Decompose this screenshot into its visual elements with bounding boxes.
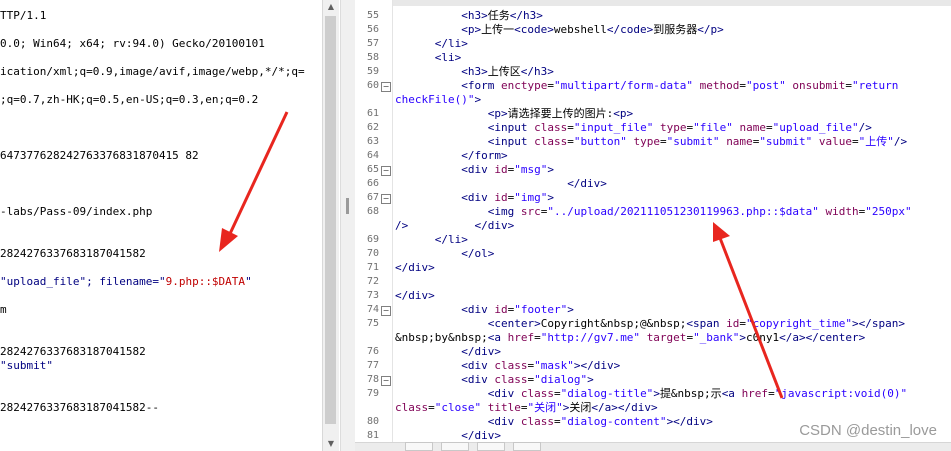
line-number: 79 xyxy=(366,388,379,399)
code-line: <center>Copyright&nbsp;@&nbsp;<span id="… xyxy=(487,317,905,330)
code-line: checkFile()"> xyxy=(395,93,482,106)
line-number: 70 xyxy=(366,248,379,259)
code-line: <input class="input_file" type="file" na… xyxy=(487,121,872,134)
code-line: <div id="img"> xyxy=(461,191,554,204)
line-number: 81 xyxy=(366,430,379,441)
response-top-strip xyxy=(355,0,951,6)
line-number: 62 xyxy=(366,122,379,133)
line-number: 58 xyxy=(366,52,379,63)
line-number: 74 xyxy=(366,304,379,315)
code-line: </form> xyxy=(461,149,508,162)
request-line: 2824276337683187041582 xyxy=(0,247,146,260)
code-line: <h3>任务</h3> xyxy=(461,9,543,22)
request-line: 647377628242763376831870415 82 xyxy=(0,149,199,162)
code-line: <div id="footer"> xyxy=(461,303,574,316)
fold-toggle-icon[interactable]: − xyxy=(381,306,391,316)
bottom-button-2[interactable] xyxy=(441,442,469,451)
code-line: </div> xyxy=(567,177,607,190)
code-line: </li> xyxy=(434,233,468,246)
line-number: 61 xyxy=(366,108,379,119)
watermark-text: CSDN @destin_love xyxy=(799,422,937,439)
code-line: <div class="dialog-content"></div> xyxy=(487,415,713,428)
request-line: -labs/Pass-09/index.php xyxy=(0,205,153,218)
line-number: 69 xyxy=(366,234,379,245)
scroll-up-icon[interactable]: ▲ xyxy=(323,0,339,14)
code-line: <div class="dialog-title">提&nbsp;示<a hre… xyxy=(487,387,908,400)
splitter-grip-icon[interactable] xyxy=(346,198,349,214)
request-line: ication/xml;q=0.9,image/avif,image/webp,… xyxy=(0,65,305,78)
line-number: 66 xyxy=(366,178,379,189)
code-line: </div> xyxy=(395,261,435,274)
code-line: </div> xyxy=(395,289,435,302)
code-line: class="close" title="关闭">关闭</a></div> xyxy=(395,401,658,414)
line-number: 56 xyxy=(366,24,379,35)
request-line: 2824276337683187041582 xyxy=(0,345,146,358)
code-line: <input class="button" type="submit" name… xyxy=(487,135,908,148)
code-line: </div> xyxy=(461,429,501,442)
code-line: /> </div> xyxy=(395,219,515,232)
fold-toggle-icon[interactable]: − xyxy=(381,194,391,204)
code-line: &nbsp;by&nbsp;<a href="http://gv7.me" ta… xyxy=(395,331,866,344)
code-line: <li> xyxy=(434,51,462,64)
pane-splitter[interactable] xyxy=(340,0,356,451)
fold-toggle-icon[interactable]: − xyxy=(381,166,391,176)
line-number: 67 xyxy=(366,192,379,203)
request-line: TTP/1.1 xyxy=(0,9,47,22)
line-number: 77 xyxy=(366,360,379,371)
scrollbar-thumb[interactable] xyxy=(325,16,336,424)
line-number-gutter: 55 56 57 58 59 60−61 62 63 64 65−66 67−68 69 70 71 72 7… xyxy=(355,0,393,451)
line-number: 80 xyxy=(366,416,379,427)
code-line: </ol> xyxy=(461,247,495,260)
response-pane: 55 56 57 58 59 60−61 62 63 64 65−66 67−68 69 70 71 72 7… xyxy=(355,0,951,451)
line-number: 55 xyxy=(366,10,379,21)
request-line: 0.0; Win64; x64; rv:94.0) Gecko/20100101 xyxy=(0,37,265,50)
bottom-button-3[interactable] xyxy=(477,442,505,451)
line-number: 63 xyxy=(366,136,379,147)
line-number: 60 xyxy=(366,80,379,91)
content-disposition-filename-line: "upload_file"; filename="9.php::$DATA" xyxy=(0,275,252,288)
request-vertical-scrollbar[interactable]: ▲ ▼ xyxy=(322,0,339,451)
code-line: <div class="mask"></div> xyxy=(461,359,621,372)
line-number: 72 xyxy=(366,276,379,287)
line-number: 71 xyxy=(366,262,379,273)
line-number: 64 xyxy=(366,150,379,161)
code-line: <p>上传一<code>webshell</code>到服务器</p> xyxy=(461,23,724,36)
line-number: 59 xyxy=(366,66,379,77)
code-line: <div id="msg"> xyxy=(461,163,554,176)
request-line: m xyxy=(0,303,7,316)
request-line: 2824276337683187041582-- xyxy=(0,401,159,414)
fold-toggle-icon[interactable]: − xyxy=(381,376,391,386)
scroll-down-icon[interactable]: ▼ xyxy=(323,437,339,451)
code-line: <div class="dialog"> xyxy=(461,373,594,386)
request-pane: TTP/1.1 0.0; Win64; x64; rv:94.0) Gecko/2… xyxy=(0,0,340,451)
submit-name-line: "submit" xyxy=(0,359,53,372)
line-number: 76 xyxy=(366,346,379,357)
code-line: <h3>上传区</h3> xyxy=(461,65,554,78)
line-number: 78 xyxy=(366,374,379,385)
code-line: <img src="../upload/202111051230119963.p… xyxy=(487,205,912,218)
line-number: 68 xyxy=(366,206,379,217)
code-line: </li> xyxy=(434,37,468,50)
code-line: <p>请选择要上传的图片:<p> xyxy=(487,107,634,120)
response-bottom-bar xyxy=(355,442,951,451)
code-line: <form enctype="multipart/form-data" meth… xyxy=(461,79,899,92)
code-line: </div> xyxy=(461,345,501,358)
bottom-button-4[interactable] xyxy=(513,442,541,451)
request-line: ;q=0.7,zh-HK;q=0.5,en-US;q=0.3,en;q=0.2 xyxy=(0,93,259,106)
bottom-button-1[interactable] xyxy=(405,442,433,451)
fold-toggle-icon[interactable]: − xyxy=(381,82,391,92)
line-number: 73 xyxy=(366,290,379,301)
line-number: 57 xyxy=(366,38,379,49)
line-number: 75 xyxy=(366,318,379,329)
line-number: 65 xyxy=(366,164,379,175)
